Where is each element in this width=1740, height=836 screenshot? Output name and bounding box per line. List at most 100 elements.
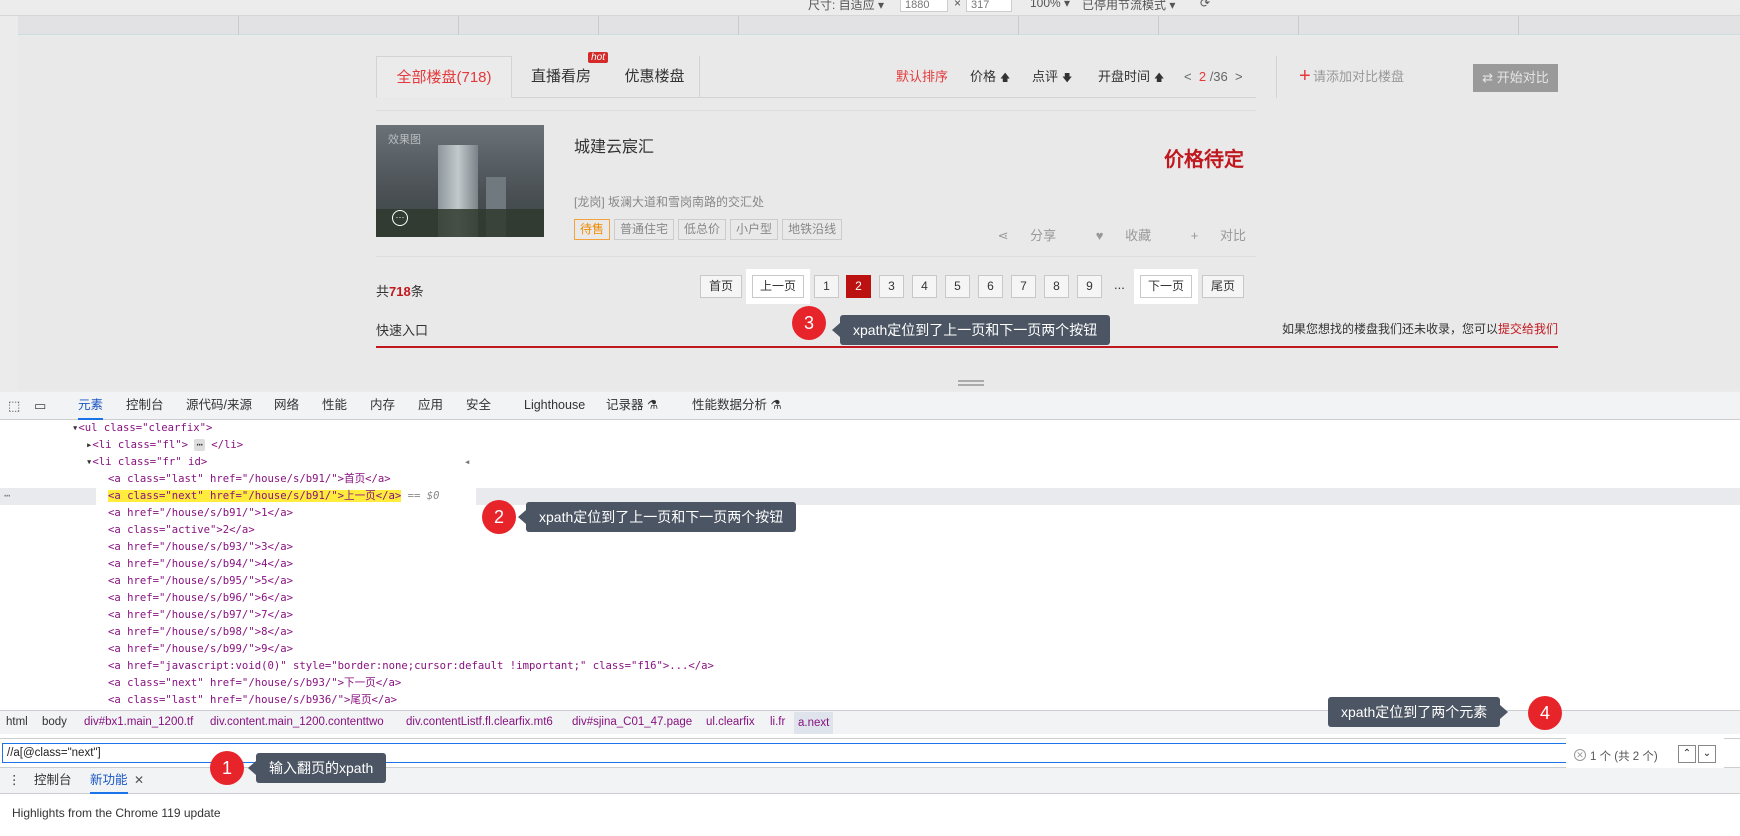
mini-next-icon[interactable]: > <box>1235 69 1243 84</box>
page-button-active[interactable]: 2 <box>846 275 871 298</box>
drawer-tab-console[interactable]: 控制台 <box>34 768 72 794</box>
favorite-button[interactable]: ♥ 收藏 <box>1078 228 1151 243</box>
dom-node[interactable]: <a href="/house/s/b93/">3</a> <box>108 539 293 556</box>
sort-price[interactable]: 价格 🡅 <box>970 56 1010 98</box>
tab-all-listings[interactable]: 全部楼盘(718) <box>376 56 512 98</box>
page-button[interactable]: 1 <box>814 275 839 298</box>
page-button[interactable]: 7 <box>1011 275 1036 298</box>
device-toggle-icon[interactable]: ▭ <box>34 398 46 414</box>
mini-pager: < 2 /36 > <box>1184 56 1243 98</box>
tab-network[interactable]: 网络 <box>274 392 299 420</box>
whats-new-text: Highlights from the Chrome 119 update <box>12 806 221 820</box>
crumb-item[interactable]: div.contentListf.fl.clearfix.mt6 <box>406 716 553 728</box>
dom-node[interactable]: <a href="/house/s/b99/">9</a> <box>108 641 293 658</box>
throttle-dropdown[interactable]: 已停用节流模式 ▾ <box>1082 0 1175 13</box>
devtools-tabbar: ⬚ ▭ 元素 控制台 源代码/来源 网络 性能 内存 应用 安全 Lightho… <box>0 392 1740 420</box>
row-menu-icon[interactable]: ⋯ <box>4 488 10 505</box>
start-compare-button[interactable]: ⇄ 开始对比 <box>1473 64 1558 92</box>
drawer-menu-icon[interactable]: ⋮ <box>8 768 21 794</box>
arrow-up-icon: 🡅 <box>1000 73 1011 84</box>
dom-node-prev[interactable]: <a class="next" href="/house/s/b91/">上一页… <box>108 488 440 505</box>
page-button[interactable]: 9 <box>1077 275 1102 298</box>
sort-open-time[interactable]: 开盘时间 🡅 <box>1098 56 1164 98</box>
crumb-item[interactable]: div.content.main_1200.contenttwo <box>210 716 384 728</box>
prev-match-button[interactable]: ⌃ <box>1678 745 1696 763</box>
page-button[interactable]: 4 <box>912 275 937 298</box>
favorite-label: 收藏 <box>1125 228 1152 243</box>
tab-recorder-label: 记录器 <box>606 398 644 412</box>
crumb-item[interactable]: ul.clearfix <box>706 716 755 728</box>
collapse-arrow-icon[interactable]: ◂ <box>464 454 470 471</box>
zoom-dropdown[interactable]: 100% ▾ <box>1030 0 1070 10</box>
compare-button[interactable]: + 对比 <box>1173 228 1246 243</box>
sort-default[interactable]: 默认排序 <box>896 56 948 98</box>
share-button[interactable]: ⋖ 分享 <box>980 228 1057 243</box>
dom-node[interactable]: <a href="/house/s/b94/">4</a> <box>108 556 293 573</box>
crumb-item[interactable]: div#sjina_C01_47.page <box>572 716 692 728</box>
dom-node[interactable]: <a href="javascript:void(0)" style="bord… <box>108 658 714 675</box>
prev-page-button[interactable]: 上一页 <box>746 269 810 304</box>
dom-node[interactable]: <a href="/house/s/b96/">6</a> <box>108 590 293 607</box>
width-input[interactable]: 1880 <box>900 0 948 12</box>
rotate-icon[interactable]: ⟳ <box>1200 0 1210 10</box>
crumb-item[interactable]: div#bx1.main_1200.tf <box>84 716 193 728</box>
dom-node[interactable]: ▾<li class="fr" id> <box>86 454 207 471</box>
tab-recorder[interactable]: 记录器 ⚗ <box>606 392 658 420</box>
dom-node[interactable]: <a href="/house/s/b97/">7</a> <box>108 607 293 624</box>
resize-handle[interactable] <box>958 380 984 386</box>
mini-prev-icon[interactable]: < <box>1184 69 1192 84</box>
submit-link[interactable]: 提交给我们 <box>1498 322 1558 336</box>
tab-application[interactable]: 应用 <box>418 392 443 420</box>
dom-node[interactable]: <a href="/house/s/b91/">1</a> <box>108 505 293 522</box>
close-icon[interactable]: ✕ <box>134 773 144 787</box>
drawer-tab-whats-new[interactable]: 新功能 <box>90 768 128 794</box>
sort-price-label: 价格 <box>970 69 997 84</box>
sort-review[interactable]: 点评 🡇 <box>1032 56 1072 98</box>
tab-security[interactable]: 安全 <box>466 392 491 420</box>
tag: 低总价 <box>678 219 727 240</box>
tab-live-viewing[interactable]: 直播看房 hot <box>512 52 610 98</box>
crumb-html[interactable]: html <box>6 716 28 728</box>
dom-node[interactable]: ▾<ul class="clearfix"> <box>72 420 212 437</box>
dom-node[interactable]: <a class="last" href="/house/s/b936/">尾页… <box>108 692 397 706</box>
dom-node[interactable]: ▸<li class="fl"> ⋯ </li> <box>86 437 243 454</box>
tab-memory[interactable]: 内存 <box>370 392 395 420</box>
dom-node[interactable]: <a class="active">2</a> <box>108 522 255 539</box>
compare-button-label: 开始对比 <box>1496 70 1549 85</box>
page-button[interactable]: 3 <box>879 275 904 298</box>
tab-lighthouse[interactable]: Lighthouse <box>524 392 585 420</box>
plus-icon: + <box>1299 65 1311 87</box>
next-match-button[interactable]: ⌄ <box>1698 745 1716 763</box>
a-last-text: <a class="last" href="/house/s/b936/">尾页… <box>108 694 398 706</box>
page-button[interactable]: 8 <box>1044 275 1069 298</box>
dom-node[interactable]: <a href="/house/s/b95/">5</a> <box>108 573 293 590</box>
tab-perf-insights[interactable]: 性能数据分析 ⚗ <box>692 392 782 420</box>
tab-console[interactable]: 控制台 <box>126 392 164 420</box>
ruler-tick <box>598 16 599 35</box>
next-page-button[interactable]: 下一页 <box>1134 269 1198 304</box>
tab-sources[interactable]: 源代码/来源 <box>186 392 252 420</box>
inspect-icon[interactable]: ⬚ <box>8 398 20 414</box>
crumb-item[interactable]: li.fr <box>770 716 785 728</box>
crumb-body[interactable]: body <box>42 716 67 728</box>
ruler-tick <box>1518 16 1519 35</box>
dom-node[interactable]: <a href="/house/s/b98/">8</a> <box>108 624 293 641</box>
page-button[interactable]: 6 <box>978 275 1003 298</box>
size-dropdown[interactable]: 尺寸: 自适应 ▾ <box>808 0 884 13</box>
listing-title[interactable]: 城建云宸汇 <box>574 133 654 157</box>
ellipsis-icon[interactable]: ⋯ <box>194 439 205 451</box>
crumb-selected[interactable]: a.next <box>794 712 834 734</box>
dom-node-next[interactable]: <a class="next" href="/house/s/b93/">下一页… <box>108 675 401 692</box>
page-button[interactable]: 5 <box>945 275 970 298</box>
height-input[interactable]: 317 <box>966 0 1012 12</box>
tab-performance[interactable]: 性能 <box>322 392 347 420</box>
first-page-button[interactable]: 首页 <box>700 275 742 298</box>
tab-elements[interactable]: 元素 <box>78 392 104 420</box>
tab-discount[interactable]: 优惠楼盘 <box>610 56 700 98</box>
last-page-button[interactable]: 尾页 <box>1202 275 1244 298</box>
chat-icon[interactable]: ··· <box>392 210 408 226</box>
clear-icon[interactable]: ✕ <box>1574 749 1586 761</box>
listing-image[interactable]: 效果图 ··· <box>376 125 544 237</box>
eq-ref: == $0 <box>407 490 440 502</box>
share-label: 分享 <box>1030 228 1057 243</box>
